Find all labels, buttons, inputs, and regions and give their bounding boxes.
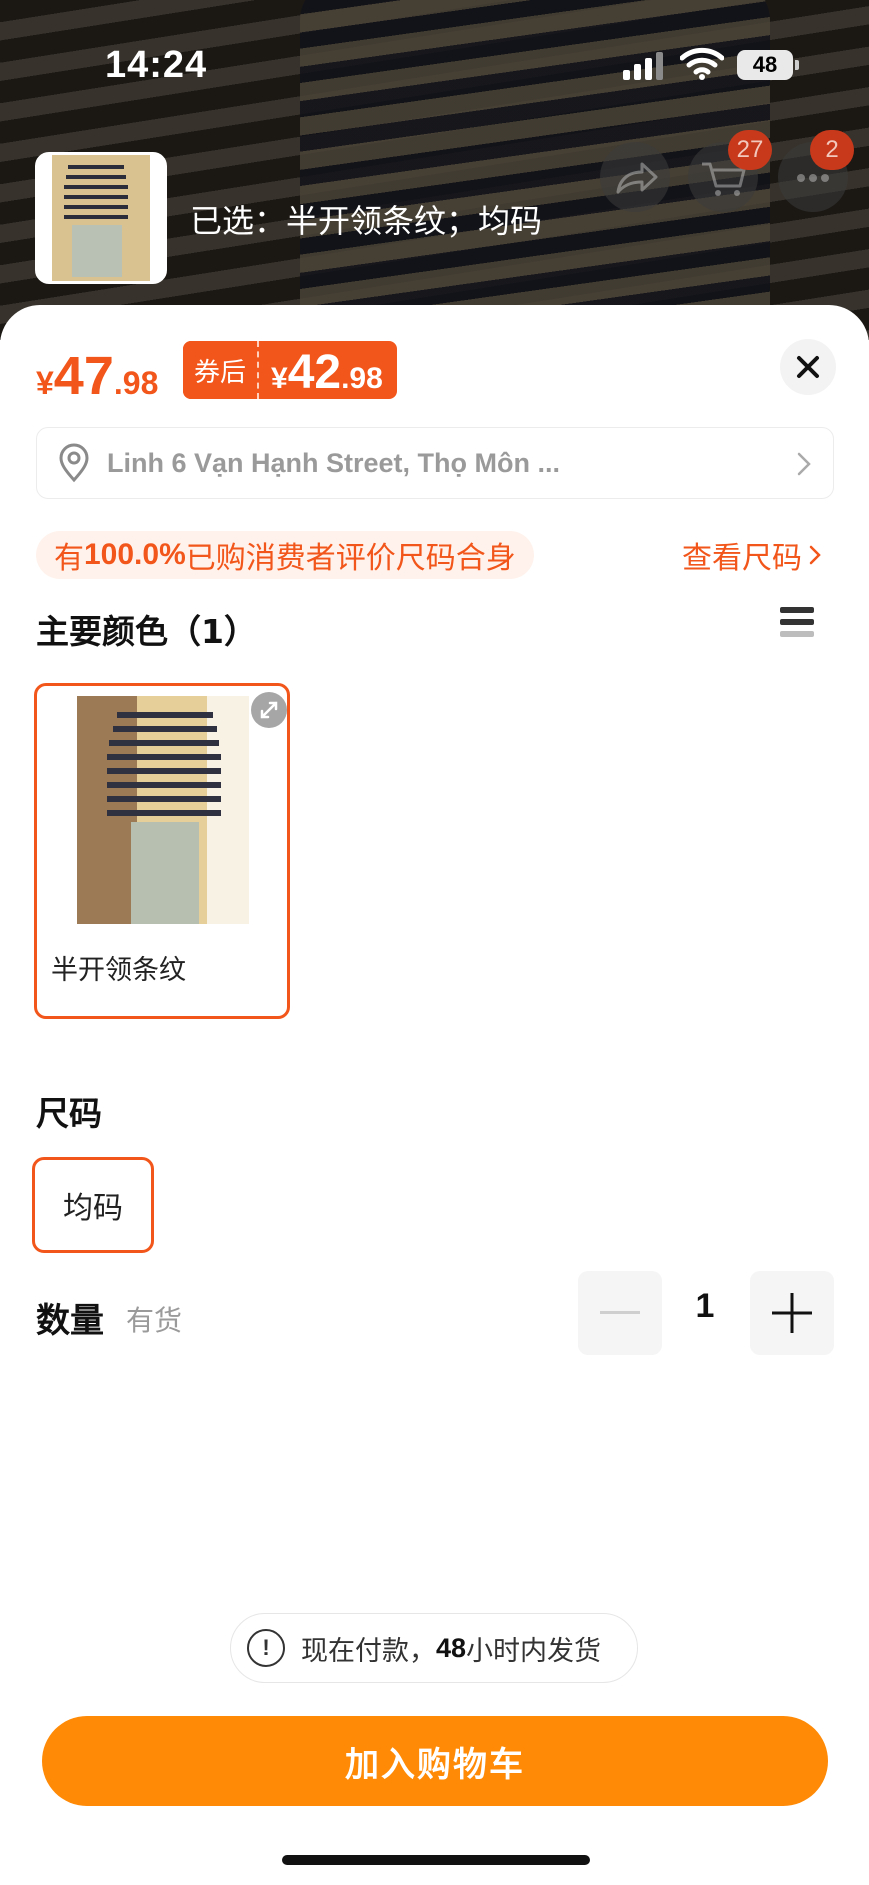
close-icon	[797, 356, 819, 378]
wifi-icon	[680, 47, 724, 80]
share-icon	[616, 162, 658, 194]
selected-variant-label: 已选：半开领条纹；均码	[190, 202, 543, 240]
color-option-image	[77, 696, 249, 924]
expand-icon[interactable]	[251, 692, 287, 728]
plus-icon	[772, 1293, 812, 1333]
shipping-notice: ! 现在付款， 48 小时内发货	[230, 1613, 638, 1683]
quantity-increase-button[interactable]	[750, 1271, 834, 1355]
coupon-price: ¥42.98	[271, 346, 383, 399]
minus-icon	[600, 1311, 640, 1314]
color-section-title: 主要颜色（1）	[36, 612, 257, 651]
signal-icon	[623, 52, 663, 80]
quantity-decrease-button[interactable]	[578, 1271, 662, 1355]
stock-status: 有货	[126, 1304, 183, 1337]
chevron-right-icon	[797, 452, 811, 476]
coupon-tag: 券后	[183, 341, 259, 399]
delivery-address-row[interactable]: Linh 6 Vạn Hạnh Street, Thọ Môn ...	[36, 427, 834, 499]
location-pin-icon	[59, 443, 89, 483]
size-section-title: 尺码	[36, 1094, 102, 1133]
status-bar: 14:24 48	[0, 30, 869, 100]
share-button[interactable]	[600, 142, 670, 212]
info-icon: !	[247, 1629, 285, 1667]
quantity-title: 数量	[36, 1301, 104, 1341]
address-text: Linh 6 Vạn Hạnh Street, Thọ Môn ...	[107, 447, 561, 478]
message-count-badge: 2	[810, 130, 854, 170]
quantity-value[interactable]: 1	[660, 1287, 750, 1326]
selected-variant-thumbnail[interactable]	[35, 152, 167, 284]
chevron-right-icon	[809, 545, 821, 565]
cart-count-badge: 27	[728, 130, 772, 170]
battery-indicator: 48	[737, 50, 793, 80]
home-indicator	[282, 1855, 590, 1865]
size-fit-rating: 有 100.0% 已购消费者评价尺码合身	[36, 531, 534, 579]
coupon-price-badge: 券后 ¥42.98	[183, 341, 397, 399]
add-to-cart-button[interactable]: 加入购物车	[42, 1716, 828, 1806]
size-chart-link[interactable]: 查看尺码	[682, 533, 826, 577]
status-time: 14:24	[105, 44, 208, 86]
color-option-name: 半开领条纹	[51, 955, 186, 986]
thumbnail-image	[38, 155, 164, 281]
color-option-card[interactable]: 半开领条纹	[34, 683, 290, 1019]
battery-tip	[795, 60, 799, 70]
list-view-toggle-icon[interactable]	[780, 607, 814, 643]
close-button[interactable]	[780, 339, 836, 395]
size-option-chip[interactable]: 均码	[32, 1157, 154, 1253]
sku-selection-sheet: ¥47.98 券后 ¥42.98 Linh 6 Vạn Hạnh Street,…	[0, 305, 869, 1885]
original-price: ¥47.98	[36, 346, 159, 406]
